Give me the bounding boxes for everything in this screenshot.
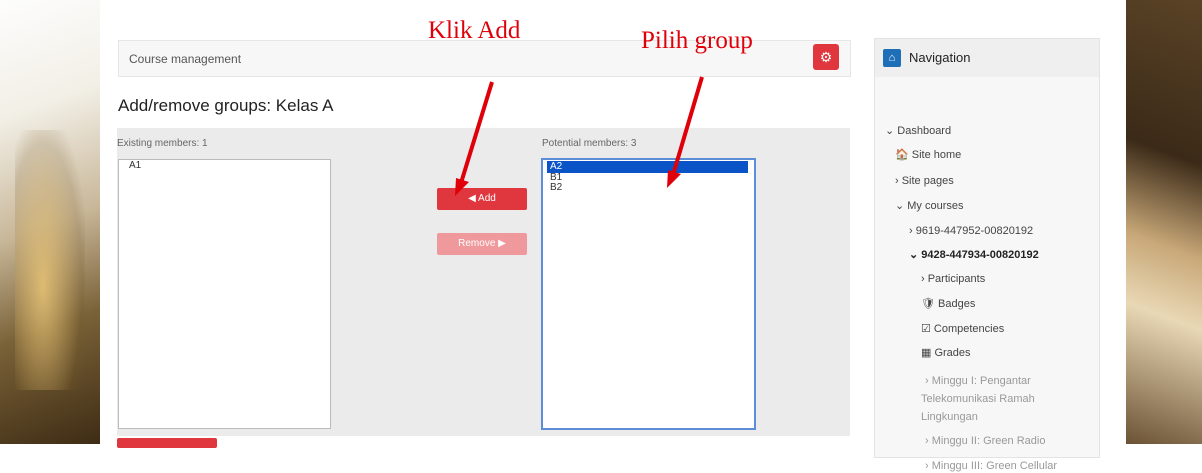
nav-item-dashboard[interactable]: ⌄ Dashboard: [885, 124, 951, 138]
annotation-klik-add: Klik Add: [428, 17, 521, 44]
remove-button[interactable]: Remove ▶: [437, 233, 527, 255]
existing-members-list[interactable]: A1: [118, 159, 331, 429]
list-item[interactable]: B1: [547, 173, 750, 183]
nav-item-course-9428[interactable]: ⌄ 9428-447934-00820192: [909, 248, 1039, 262]
navigation-block: ⌂ Navigation ⌄ Dashboard 🏠 Site home › S…: [874, 38, 1100, 472]
nav-item-site-pages[interactable]: › Site pages: [895, 174, 954, 188]
gear-icon[interactable]: ⚙: [813, 44, 839, 70]
nav-item-competencies[interactable]: ☑ Competencies: [921, 322, 1004, 336]
potential-members-list[interactable]: A2 B1 B2: [541, 158, 756, 430]
nav-item-minggu-1-line3[interactable]: Lingkungan: [921, 410, 978, 424]
bottom-button[interactable]: [117, 438, 217, 448]
nav-item-minggu-1[interactable]: › Minggu I: Pengantar: [925, 374, 1031, 388]
background-left: [0, 0, 100, 444]
potential-members-label: Potential members: 3: [542, 138, 637, 149]
list-item[interactable]: A2: [547, 161, 748, 173]
nav-item-grades[interactable]: ▦ Grades: [921, 346, 971, 360]
page-title: Add/remove groups: Kelas A: [118, 96, 334, 115]
nav-item-minggu-2[interactable]: › Minggu II: Green Radio: [925, 434, 1045, 448]
navigation-title: Navigation: [909, 50, 971, 65]
nav-item-minggu-1-line2[interactable]: Telekomunikasi Ramah: [921, 392, 1035, 406]
nav-item-participants[interactable]: › Participants: [921, 272, 985, 286]
existing-members-label: Existing members: 1: [117, 138, 208, 149]
background-right: [1126, 0, 1202, 444]
navigation-header: ⌂ Navigation: [875, 39, 1099, 77]
nav-item-course-9619[interactable]: › 9619-447952-00820192: [909, 224, 1033, 238]
course-management-label: Course management: [129, 52, 242, 66]
groups-panel: Existing members: 1 A1 ◀ Add Remove ▶ Po…: [117, 128, 850, 436]
sitemap-icon: ⌂: [883, 49, 901, 67]
main-page: Course management ⚙ Add/remove groups: K…: [100, 0, 1126, 472]
nav-item-minggu-3[interactable]: › Minggu III: Green Cellular: [925, 459, 1057, 473]
nav-item-site-home[interactable]: 🏠 Site home: [895, 148, 961, 162]
add-button[interactable]: ◀ Add: [437, 188, 527, 210]
list-item[interactable]: B2: [547, 183, 750, 193]
annotation-pilih-group: Pilih group: [641, 27, 753, 54]
nav-item-my-courses[interactable]: ⌄ My courses: [895, 199, 964, 213]
nav-item-badges[interactable]: 🛡 Badges: [921, 297, 975, 311]
list-item[interactable]: A1: [119, 160, 330, 172]
